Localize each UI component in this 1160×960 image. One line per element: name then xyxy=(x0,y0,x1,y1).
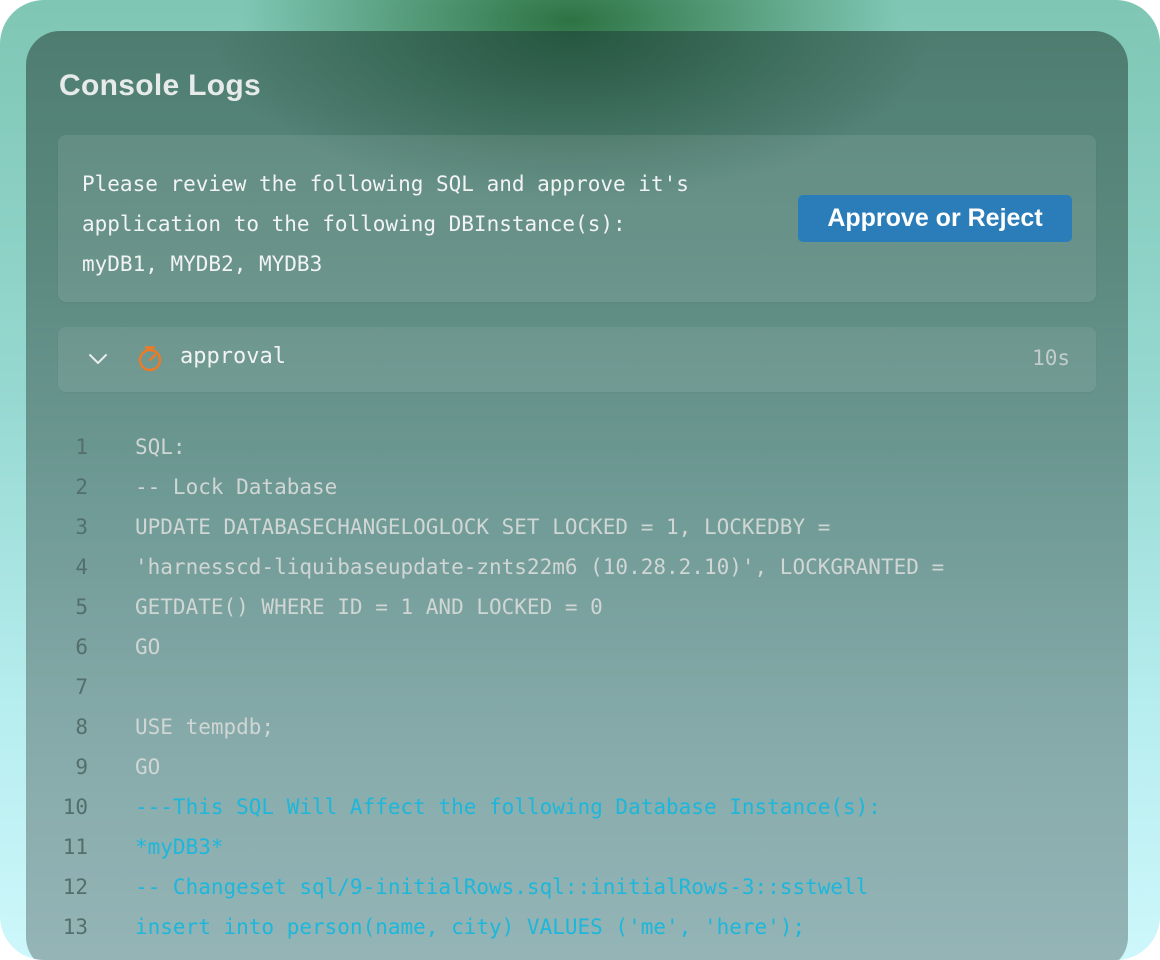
log-line-number: 5 xyxy=(75,595,88,619)
log-line-number: 6 xyxy=(75,635,88,659)
log-line: 5 GETDATE() WHERE ID = 1 AND LOCKED = 0 xyxy=(58,587,1118,627)
log-line: 2 -- Lock Database xyxy=(58,467,1118,507)
log-line: 6 GO xyxy=(58,627,1118,667)
log-line: 10 ---This SQL Will Affect the following … xyxy=(58,787,1118,827)
log-line-number: 11 xyxy=(62,835,88,859)
log-line: 7 xyxy=(58,667,1118,707)
log-line-number: 2 xyxy=(75,475,88,499)
log-line: 12 -- Changeset sql/9-initialRows.sql::in… xyxy=(58,867,1118,907)
log-line: 4 'harnesscd-liquibaseupdate-znts22m6 (10… xyxy=(58,547,1118,587)
step-name: approval xyxy=(180,344,286,369)
log-line-text: -- Lock Database xyxy=(135,475,338,499)
log-line-text: GETDATE() WHERE ID = 1 AND LOCKED = 0 xyxy=(135,595,603,619)
log-line-number: 3 xyxy=(75,515,88,539)
log-line-text: USE tempdb; xyxy=(135,715,275,739)
approval-message-box: Please review the following SQL and appr… xyxy=(58,135,1096,302)
app-background: Console Logs Please review the following… xyxy=(0,0,1160,960)
log-line-text: *myDB3* xyxy=(135,835,224,859)
log-line: 9 GO xyxy=(58,747,1118,787)
log-line-text: 'harnesscd-liquibaseupdate-znts22m6 (10.… xyxy=(135,555,945,579)
log-line-number: 7 xyxy=(75,675,88,699)
approval-message: Please review the following SQL and appr… xyxy=(82,172,689,276)
log-line-number: 4 xyxy=(75,555,88,579)
log-line-text: SQL: xyxy=(135,435,186,459)
log-line: 13 insert into person(name, city) VALUES … xyxy=(58,907,1118,947)
log-output: 1 SQL: 2 -- Lock Database 3 UPDATE DATABASECH… xyxy=(58,427,1118,947)
log-line-number: 1 xyxy=(75,435,88,459)
console-logs-panel: Console Logs Please review the following… xyxy=(26,31,1128,960)
log-line-text: -- Changeset sql/9-initialRows.sql::init… xyxy=(135,875,869,899)
log-line: 1 SQL: xyxy=(58,427,1118,467)
log-line-text: ---This SQL Will Affect the following Da… xyxy=(135,795,881,819)
chevron-down-icon[interactable] xyxy=(86,347,110,371)
log-line-number: 12 xyxy=(62,875,88,899)
log-line: 11 *myDB3* xyxy=(58,827,1118,867)
step-header-approval[interactable]: approval 10s xyxy=(58,327,1096,392)
log-line-text: insert into person(name, city) VALUES ('… xyxy=(135,915,806,939)
approve-or-reject-button[interactable]: Approve or Reject xyxy=(798,195,1072,242)
log-line-text: GO xyxy=(135,635,161,659)
log-line: 8 USE tempdb; xyxy=(58,707,1118,747)
log-line-number: 9 xyxy=(75,755,88,779)
log-line-text: GO xyxy=(135,755,161,779)
log-line-number: 13 xyxy=(62,915,88,939)
log-line-text: UPDATE DATABASECHANGELOGLOCK SET LOCKED … xyxy=(135,515,831,539)
log-line-number: 8 xyxy=(75,715,88,739)
log-line-number: 10 xyxy=(62,795,88,819)
panel-title: Console Logs xyxy=(59,69,261,102)
timer-icon xyxy=(138,346,162,372)
step-duration: 10s xyxy=(1032,346,1070,370)
log-line: 3 UPDATE DATABASECHANGELOGLOCK SET LOCKED… xyxy=(58,507,1118,547)
